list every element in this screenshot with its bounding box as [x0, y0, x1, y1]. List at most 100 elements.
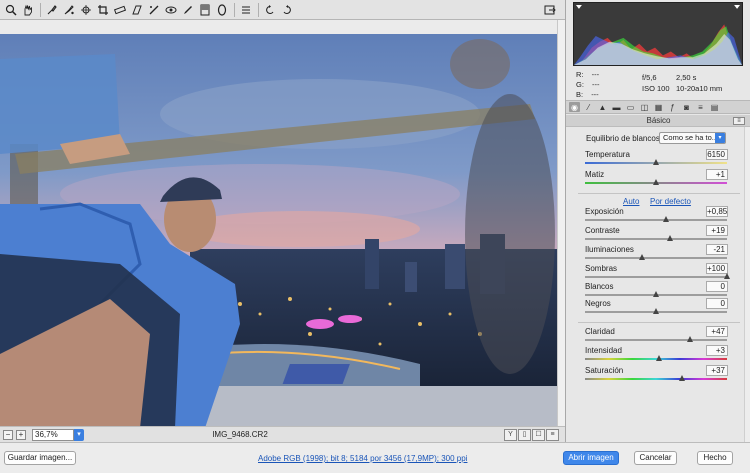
- zoom-dropdown-button[interactable]: ▾: [74, 428, 84, 441]
- slider-label: Temperatura: [585, 150, 630, 159]
- basic-tab-icon[interactable]: ◉: [569, 102, 580, 112]
- slider-thumb[interactable]: [653, 291, 659, 297]
- section-title: Básico ≡: [566, 115, 750, 127]
- camera-raw-window: − + 36,7% ▾ IMG_9468.CR2 Y ▯ ☐ ≡ R: --- …: [0, 0, 750, 473]
- radial-filter-icon[interactable]: [214, 2, 230, 18]
- slider-value-field[interactable]: +47: [706, 326, 728, 337]
- before-after-icon[interactable]: Y: [504, 429, 517, 441]
- hsl-tab-icon[interactable]: ▬: [611, 102, 622, 112]
- hand-tool-icon[interactable]: [20, 2, 36, 18]
- status-bar: − + 36,7% ▾ IMG_9468.CR2 Y ▯ ☐ ≡: [0, 426, 565, 442]
- slider-track[interactable]: [585, 276, 727, 278]
- section-menu-icon[interactable]: ≡: [733, 117, 745, 125]
- zoom-out-button[interactable]: −: [3, 429, 13, 440]
- slider-value-field[interactable]: +0,85: [706, 206, 728, 217]
- slider-label: Claridad: [585, 327, 615, 336]
- adjustment-brush-icon[interactable]: [180, 2, 196, 18]
- slider-track[interactable]: [585, 219, 727, 221]
- slider-track[interactable]: [585, 238, 727, 240]
- image-preview-area[interactable]: [0, 20, 565, 428]
- slider-temperatura: Temperatura 6150: [585, 149, 728, 168]
- color-sampler-icon[interactable]: [61, 2, 77, 18]
- view-mode-icon[interactable]: ▯: [518, 429, 531, 441]
- slider-thumb[interactable]: [638, 254, 645, 260]
- preferences-icon[interactable]: [238, 2, 254, 18]
- rotate-left-icon[interactable]: [262, 2, 278, 18]
- rotate-right-icon[interactable]: [279, 2, 295, 18]
- slider-value-field[interactable]: +1: [706, 169, 728, 180]
- save-image-button[interactable]: Guardar imagen...: [4, 451, 76, 465]
- spot-removal-icon[interactable]: [146, 2, 162, 18]
- slider-label: Blancos: [585, 282, 614, 291]
- slider-label: Sombras: [585, 264, 618, 273]
- snapshots-tab-icon[interactable]: ▤: [709, 102, 720, 112]
- rgb-readout: R: --- G: --- B: --- f/5,6 2,50 s ISO 10…: [576, 70, 746, 100]
- focal-length: 10-20a10 mm: [676, 84, 723, 93]
- slider-saturacion: Saturación +37: [585, 365, 728, 384]
- panel-tabs: ◉ ⁄ ▲ ▬ ▭ ◫ ▦ ƒ ◙ ≡ ▤: [566, 100, 750, 114]
- slider-thumb[interactable]: [655, 355, 662, 361]
- zoom-level-field[interactable]: 36,7%: [32, 428, 74, 441]
- open-in-editor-icon[interactable]: [542, 2, 558, 18]
- graduated-filter-icon[interactable]: [197, 2, 213, 18]
- aperture: f/5,6: [642, 73, 657, 82]
- split-toning-tab-icon[interactable]: ▭: [625, 102, 636, 112]
- slider-thumb[interactable]: [667, 235, 674, 241]
- straighten-tool-icon[interactable]: [112, 2, 128, 18]
- zoom-in-button[interactable]: +: [16, 429, 26, 440]
- slider-value-field[interactable]: 0: [706, 298, 728, 309]
- slider-thumb[interactable]: [653, 159, 659, 165]
- open-image-button[interactable]: Abrir imagen: [563, 451, 619, 465]
- workflow-options-link[interactable]: Adobe RGB (1998); bit 8; 5184 por 3456 (…: [258, 454, 467, 463]
- targeted-adjustment-icon[interactable]: [78, 2, 94, 18]
- slider-value-field[interactable]: -21: [706, 244, 728, 255]
- slider-thumb[interactable]: [724, 273, 730, 279]
- slider-label: Contraste: [585, 226, 620, 235]
- slider-exposicion: Exposición +0,85: [585, 206, 728, 225]
- footer-bar: Guardar imagen... Adobe RGB (1998); bit …: [0, 442, 750, 473]
- white-balance-tool-icon[interactable]: [44, 2, 60, 18]
- detail-tab-icon[interactable]: ▲: [597, 102, 608, 112]
- slider-thumb[interactable]: [653, 179, 659, 185]
- adjustment-panel: R: --- G: --- B: --- f/5,6 2,50 s ISO 10…: [565, 0, 750, 442]
- effects-tab-icon[interactable]: ▦: [653, 102, 664, 112]
- slider-track[interactable]: [585, 257, 727, 259]
- photo-preview[interactable]: [0, 34, 557, 428]
- slider-thumb[interactable]: [678, 375, 685, 381]
- cancel-button[interactable]: Cancelar: [634, 451, 677, 465]
- slider-value-field[interactable]: 0: [706, 281, 728, 292]
- crop-tool-icon[interactable]: [95, 2, 111, 18]
- red-eye-icon[interactable]: [163, 2, 179, 18]
- toggle-settings-icon[interactable]: ☐: [532, 429, 545, 441]
- slider-label: Iluminaciones: [585, 245, 634, 254]
- zoom-tool-icon[interactable]: [3, 2, 19, 18]
- slider-thumb[interactable]: [653, 308, 659, 314]
- slider-track[interactable]: [585, 339, 727, 341]
- fx-tab-icon[interactable]: ƒ: [667, 102, 678, 112]
- preview-preferences-icon[interactable]: ≡: [546, 429, 559, 441]
- tone-curve-tab-icon[interactable]: ⁄: [583, 102, 594, 112]
- g-label: G:: [576, 80, 584, 89]
- slider-iluminaciones: Iluminaciones -21: [585, 244, 728, 263]
- panel-scrollbar[interactable]: [744, 127, 750, 442]
- presets-tab-icon[interactable]: ≡: [695, 102, 706, 112]
- b-value: ---: [591, 90, 599, 99]
- slider-label: Matiz: [585, 170, 605, 179]
- slider-label: Saturación: [585, 366, 624, 375]
- default-button[interactable]: Por defecto: [650, 197, 691, 206]
- slider-thumb[interactable]: [662, 216, 669, 222]
- slider-thumb[interactable]: [687, 336, 694, 342]
- white-balance-select[interactable]: Como se ha to... ▾: [659, 132, 726, 144]
- white-balance-label: Equilibrio de blancos:: [586, 134, 663, 143]
- slider-value-field[interactable]: +19: [706, 225, 728, 236]
- slider-track[interactable]: [585, 378, 727, 380]
- slider-value-field[interactable]: +37: [706, 365, 728, 376]
- lens-corrections-tab-icon[interactable]: ◫: [639, 102, 650, 112]
- transform-tool-icon[interactable]: [129, 2, 145, 18]
- camera-calibration-tab-icon[interactable]: ◙: [681, 102, 692, 112]
- auto-button[interactable]: Auto: [623, 197, 639, 206]
- slider-value-field[interactable]: 6150: [706, 149, 728, 160]
- done-button[interactable]: Hecho: [697, 451, 733, 465]
- slider-value-field[interactable]: +3: [706, 345, 728, 356]
- preview-scrollbar[interactable]: [557, 20, 565, 426]
